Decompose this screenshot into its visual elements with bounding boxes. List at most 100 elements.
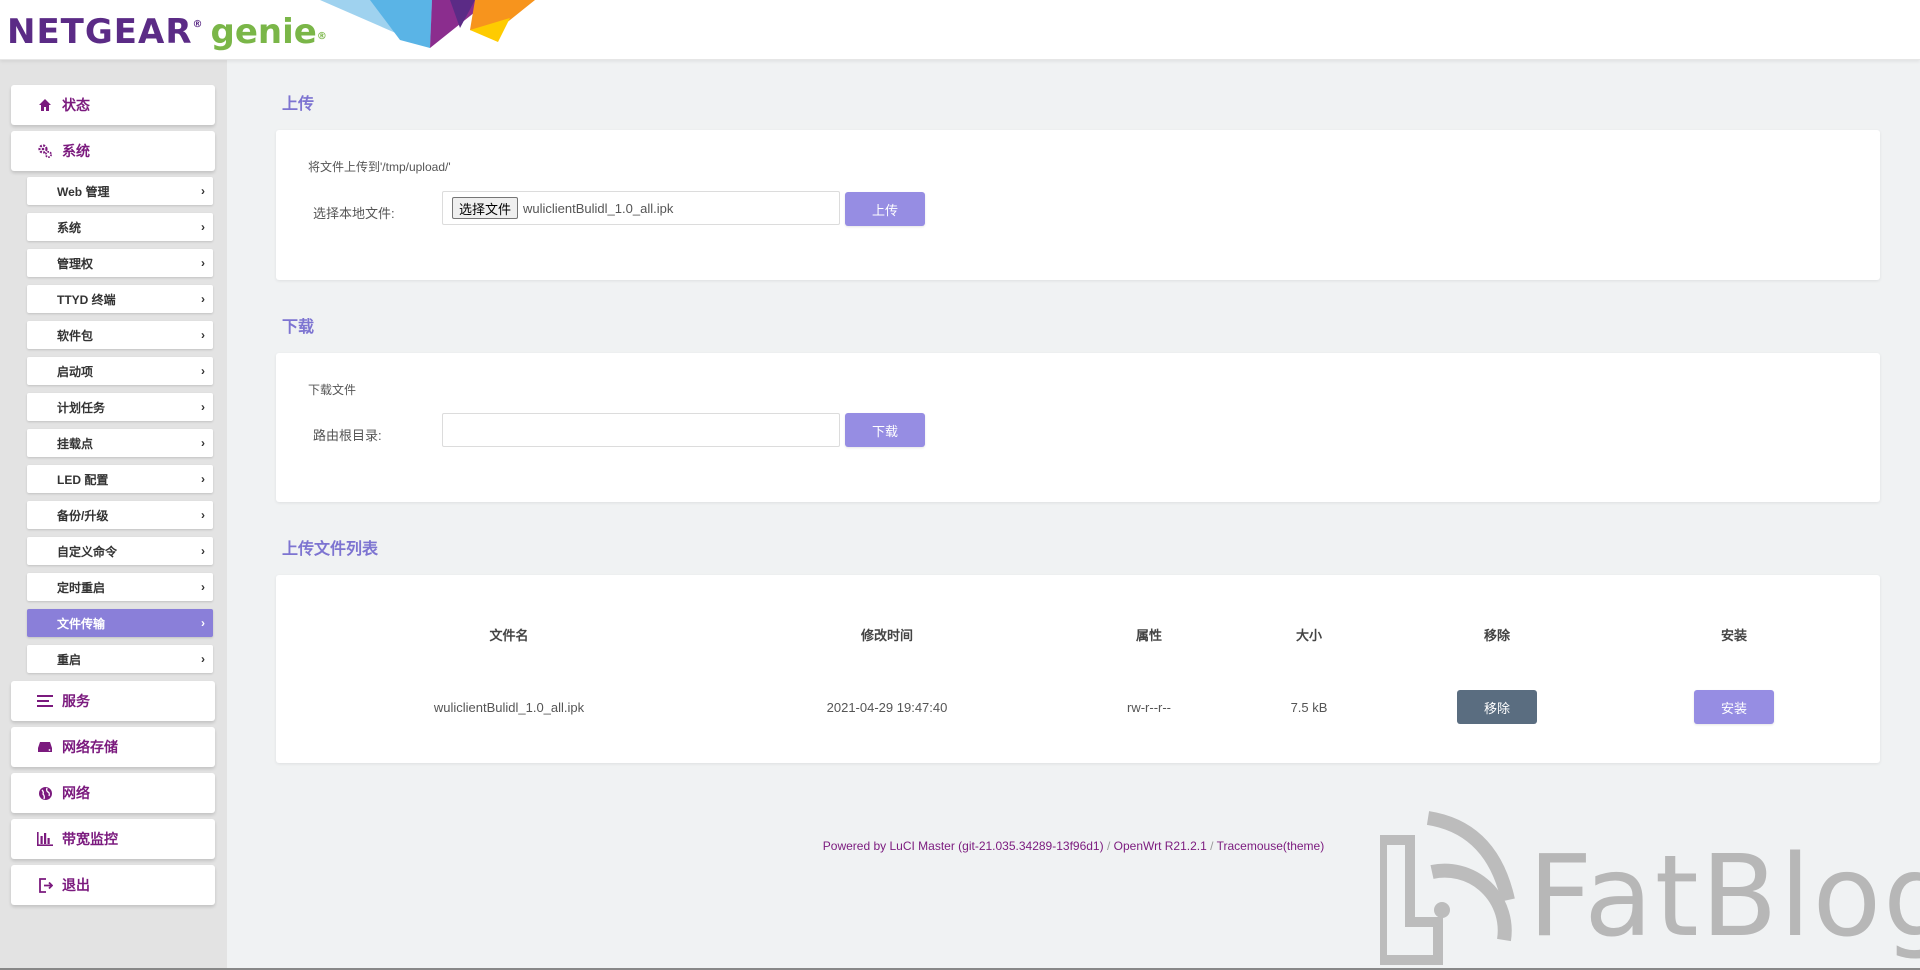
sidebar-subitem-label: 自定义命令 bbox=[57, 544, 118, 559]
sidebar-item-label: 退出 bbox=[62, 877, 90, 893]
sidebar-item-status[interactable]: 状态 bbox=[11, 85, 215, 125]
remove-button[interactable]: 移除 bbox=[1457, 690, 1537, 724]
modified-time-cell: 2021-04-29 19:47:40 bbox=[826, 700, 948, 715]
sidebar-subitem-ttyd[interactable]: TTYD 终端 › bbox=[27, 285, 213, 313]
chevron-right-icon: › bbox=[201, 472, 205, 486]
upload-button[interactable]: 上传 bbox=[845, 192, 925, 226]
sidebar-item-services[interactable]: 服务 bbox=[11, 681, 215, 721]
sidebar-subitem-label: 文件传输 bbox=[57, 616, 106, 631]
sidebar-subitem-mount-points[interactable]: 挂载点 › bbox=[27, 429, 213, 457]
column-header-modified: 修改时间 bbox=[860, 628, 914, 643]
file-name-cell: wuliclientBulidl_1.0_all.ipk bbox=[433, 700, 585, 715]
sidebar-subitem-system[interactable]: 系统 › bbox=[27, 213, 213, 241]
sidebar-item-label: 状态 bbox=[62, 97, 90, 113]
sidebar-subitem-label: 重启 bbox=[57, 652, 82, 667]
chevron-right-icon: › bbox=[201, 328, 205, 342]
sidebar-subitem-label: 管理权 bbox=[57, 256, 94, 271]
sidebar-item-label: 网络存储 bbox=[62, 739, 118, 755]
column-header-filename: 文件名 bbox=[489, 628, 529, 643]
list-icon bbox=[36, 692, 54, 710]
column-header-remove: 移除 bbox=[1483, 628, 1511, 643]
download-button[interactable]: 下载 bbox=[845, 413, 925, 447]
column-header-attributes: 属性 bbox=[1135, 628, 1163, 643]
install-button[interactable]: 安装 bbox=[1694, 690, 1774, 724]
sidebar-subitem-label: 软件包 bbox=[57, 328, 94, 343]
sidebar-subitem-label: TTYD 终端 bbox=[57, 292, 116, 307]
chevron-right-icon: › bbox=[201, 400, 205, 414]
chevron-right-icon: › bbox=[201, 220, 205, 234]
upload-card: 将文件上传到'/tmp/upload/' 选择本地文件: 选择文件 wulicl… bbox=[276, 130, 1880, 280]
sidebar-subitem-label: LED 配置 bbox=[57, 472, 109, 487]
chevron-right-icon: › bbox=[201, 544, 205, 558]
chevron-right-icon: › bbox=[201, 652, 205, 666]
storage-icon bbox=[36, 738, 54, 756]
sidebar: 状态 系统 Web 管理 › 系统 › 管理权 › TTYD 终端 › 软件包 … bbox=[0, 60, 227, 970]
sidebar-subitem-packages[interactable]: 软件包 › bbox=[27, 321, 213, 349]
logout-icon bbox=[36, 876, 54, 894]
netgear-genie-logo[interactable]: NETGEAR ® genie ® bbox=[7, 12, 327, 52]
chevron-right-icon: › bbox=[201, 508, 205, 522]
file-list-card: 文件名 修改时间 属性 大小 移除 安装 wuliclientBulidl_1.… bbox=[276, 575, 1880, 763]
column-header-size: 大小 bbox=[1295, 628, 1323, 643]
upload-description: 将文件上传到'/tmp/upload/' bbox=[308, 160, 451, 174]
attributes-cell: rw-r--r-- bbox=[1126, 700, 1172, 715]
chevron-right-icon: › bbox=[201, 256, 205, 270]
header: NETGEAR ® genie ® bbox=[0, 0, 1920, 60]
globe-icon bbox=[36, 784, 54, 802]
footer-theme-link[interactable]: Tracemouse(theme) bbox=[1217, 839, 1325, 853]
chevron-right-icon: › bbox=[201, 184, 205, 198]
sidebar-item-network[interactable]: 网络 bbox=[11, 773, 215, 813]
sidebar-item-label: 系统 bbox=[62, 143, 90, 159]
sidebar-subitem-label: 启动项 bbox=[57, 364, 94, 379]
upload-field-label: 选择本地文件: bbox=[313, 206, 395, 221]
chevron-right-icon: › bbox=[201, 580, 205, 594]
footer-openwrt-link[interactable]: OpenWrt R21.2.1 bbox=[1114, 839, 1207, 853]
logo-netgear-text: NETGEAR bbox=[7, 12, 193, 52]
chevron-right-icon: › bbox=[201, 436, 205, 450]
sidebar-subitem-label: 计划任务 bbox=[57, 400, 106, 415]
chevron-right-icon: › bbox=[201, 616, 205, 630]
sidebar-subitem-admin[interactable]: 管理权 › bbox=[27, 249, 213, 277]
sidebar-item-label: 服务 bbox=[62, 693, 90, 709]
footer-luci-link[interactable]: Powered by LuCI Master (git-21.035.34289… bbox=[823, 839, 1104, 853]
logo-genie-text: genie bbox=[210, 12, 317, 52]
home-icon bbox=[36, 96, 54, 114]
sidebar-subitem-label: 定时重启 bbox=[57, 580, 106, 595]
size-cell: 7.5 kB bbox=[1290, 700, 1328, 715]
sidebar-subitem-scheduled-tasks[interactable]: 计划任务 › bbox=[27, 393, 213, 421]
header-banner-graphic bbox=[320, 0, 535, 48]
watermark-text: FatBlog bbox=[1528, 832, 1920, 962]
sidebar-subitem-led-config[interactable]: LED 配置 › bbox=[27, 465, 213, 493]
sidebar-item-logout[interactable]: 退出 bbox=[11, 865, 215, 905]
sidebar-subitem-reboot[interactable]: 重启 › bbox=[27, 645, 213, 673]
chevron-right-icon: › bbox=[201, 292, 205, 306]
upload-section-title: 上传 bbox=[282, 96, 315, 113]
sidebar-subitem-label: 系统 bbox=[57, 220, 82, 235]
sidebar-subitem-custom-commands[interactable]: 自定义命令 › bbox=[27, 537, 213, 565]
sidebar-subitem-backup-upgrade[interactable]: 备份/升级 › bbox=[27, 501, 213, 529]
download-field-label: 路由根目录: bbox=[313, 428, 382, 443]
file-chooser: 选择文件 wuliclientBulidl_1.0_all.ipk bbox=[442, 191, 840, 225]
choose-file-button[interactable]: 选择文件 bbox=[452, 197, 519, 219]
chosen-file-name: wuliclientBulidl_1.0_all.ipk bbox=[523, 200, 674, 216]
chevron-right-icon: › bbox=[201, 364, 205, 378]
sidebar-subitem-file-transfer[interactable]: 文件传输 › bbox=[27, 609, 213, 637]
footer-separator: / bbox=[1106, 839, 1111, 853]
sidebar-subitem-label: 挂载点 bbox=[57, 436, 94, 451]
download-card: 下载文件 路由根目录: 下载 bbox=[276, 353, 1880, 502]
sidebar-subitem-label: Web 管理 bbox=[57, 184, 110, 199]
file-list-section-title: 上传文件列表 bbox=[282, 541, 379, 558]
column-header-install: 安装 bbox=[1720, 628, 1748, 643]
sidebar-subitem-startup[interactable]: 启动项 › bbox=[27, 357, 213, 385]
logo-registered-mark: ® bbox=[192, 19, 203, 30]
sidebar-subitem-web-management[interactable]: Web 管理 › bbox=[27, 177, 213, 205]
download-description: 下载文件 bbox=[308, 383, 357, 397]
sidebar-subitem-label: 备份/升级 bbox=[57, 508, 109, 523]
sidebar-subitem-scheduled-reboot[interactable]: 定时重启 › bbox=[27, 573, 213, 601]
footer-separator: / bbox=[1210, 839, 1214, 853]
download-path-input[interactable] bbox=[442, 413, 840, 447]
download-section-title: 下载 bbox=[282, 319, 315, 336]
sidebar-item-network-storage[interactable]: 网络存储 bbox=[11, 727, 215, 767]
sidebar-item-system[interactable]: 系统 bbox=[11, 131, 215, 171]
fatblog-watermark-logo bbox=[1380, 811, 1515, 965]
